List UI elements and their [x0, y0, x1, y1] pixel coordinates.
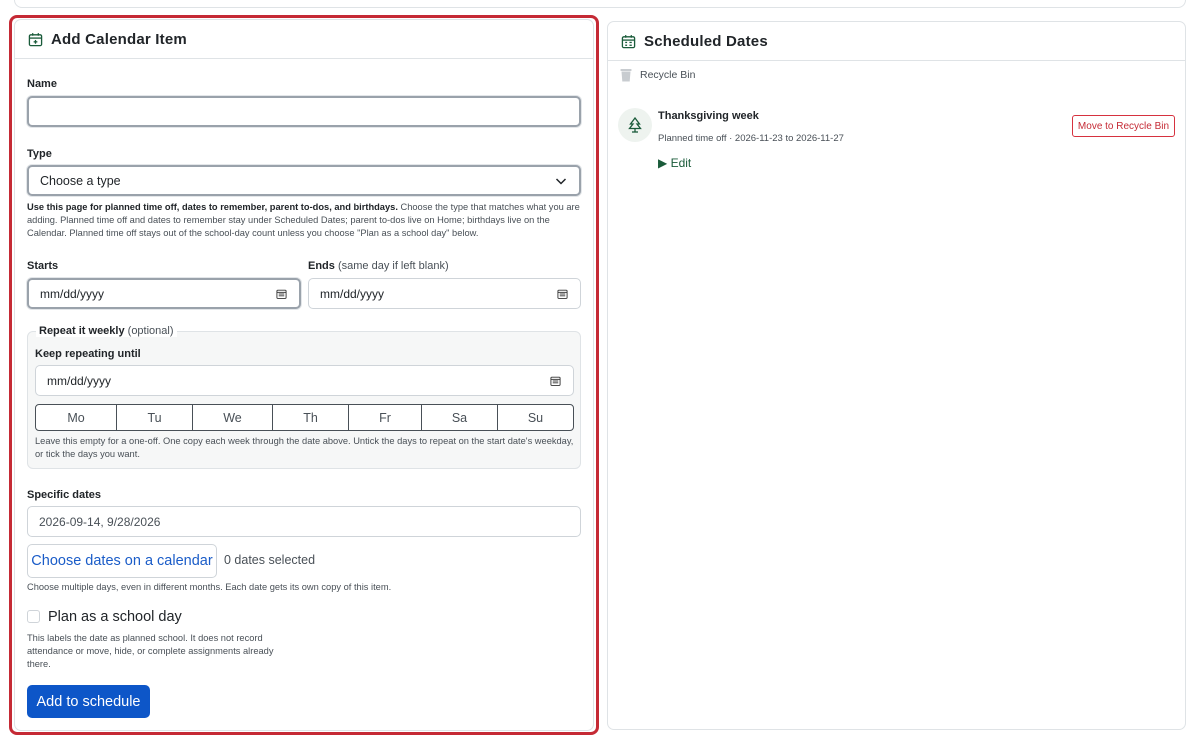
type-selected-value: Choose a type — [40, 173, 121, 188]
repeat-help-text: Leave this empty for a one-off. One copy… — [35, 436, 574, 459]
weekday-toggle-group: Mo Tu We Th Fr Sa Su — [35, 404, 574, 431]
trash-icon — [620, 69, 632, 82]
day-toggle-tu[interactable]: Tu — [117, 405, 193, 430]
repeat-until-date-input[interactable]: mm/dd/yyyy — [35, 365, 574, 396]
item-title: Thanksgiving week — [658, 110, 759, 122]
dates-selected-count: 0 dates selected — [224, 553, 316, 567]
calendar-icon[interactable] — [557, 288, 568, 299]
item-avatar — [618, 108, 652, 142]
top-panel-edge — [14, 0, 1186, 8]
repeat-weekly-legend: Repeat it weekly (optional) — [36, 325, 177, 337]
type-label: Type — [27, 148, 52, 160]
specific-dates-input[interactable]: 2026-09-14, 9/28/2026 — [27, 506, 581, 537]
scheduled-dates-card: Scheduled Dates Recycle Bin Thanksgiving… — [607, 21, 1186, 730]
add-card-header: Add Calendar Item — [15, 20, 593, 59]
calendar-icon[interactable] — [550, 375, 561, 386]
specific-dates-label: Specific dates — [27, 489, 101, 501]
ends-date-input[interactable]: mm/dd/yyyy — [308, 278, 581, 309]
starts-label: Starts — [27, 260, 59, 272]
choose-dates-button[interactable]: Choose dates on a calendar — [27, 544, 217, 578]
name-label: Name — [27, 78, 57, 90]
day-toggle-fr[interactable]: Fr — [349, 405, 422, 430]
add-card-title: Add Calendar Item — [51, 30, 187, 48]
item-edit-toggle[interactable]: ▶ Edit — [658, 156, 691, 170]
scheduled-card-title: Scheduled Dates — [644, 32, 768, 50]
item-meta: Planned time off · 2026-11-23 to 2026-11… — [658, 133, 844, 144]
type-help-text: Use this page for planned time off, date… — [27, 202, 580, 238]
add-calendar-item-card: Add Calendar Item Name Type Choose a typ… — [14, 19, 594, 731]
repeat-until-label: Keep repeating until — [35, 348, 141, 360]
ends-label: Ends (same day if left blank) — [308, 260, 449, 272]
school-day-label[interactable]: Plan as a school day — [48, 609, 182, 625]
specific-dates-help: Choose multiple days, even in different … — [27, 582, 392, 592]
ends-placeholder: mm/dd/yyyy — [320, 286, 385, 301]
calendar-list-icon — [621, 34, 636, 48]
name-input[interactable] — [27, 96, 581, 127]
tree-icon — [628, 117, 642, 133]
starts-placeholder: mm/dd/yyyy — [40, 286, 105, 301]
day-toggle-sa[interactable]: Sa — [422, 405, 498, 430]
starts-date-input[interactable]: mm/dd/yyyy — [27, 278, 301, 309]
calendar-plus-icon — [28, 32, 43, 46]
recycle-bin-link[interactable]: Recycle Bin — [620, 68, 695, 82]
repeat-until-placeholder: mm/dd/yyyy — [47, 373, 112, 388]
calendar-icon[interactable] — [276, 288, 287, 299]
school-day-checkbox[interactable] — [27, 610, 40, 623]
day-toggle-mo[interactable]: Mo — [36, 405, 117, 430]
day-toggle-th[interactable]: Th — [273, 405, 349, 430]
day-toggle-su[interactable]: Su — [498, 405, 573, 430]
school-day-help: This labels the date as planned school. … — [27, 633, 274, 669]
type-select[interactable]: Choose a type — [27, 165, 581, 196]
recycle-bin-label: Recycle Bin — [640, 69, 696, 81]
day-toggle-we[interactable]: We — [193, 405, 273, 430]
chevron-down-icon — [555, 178, 567, 185]
scheduled-card-header: Scheduled Dates — [608, 22, 1185, 61]
add-to-schedule-button[interactable]: Add to schedule — [27, 685, 150, 718]
move-to-recycle-bin-button[interactable]: Move to Recycle Bin — [1072, 115, 1175, 137]
